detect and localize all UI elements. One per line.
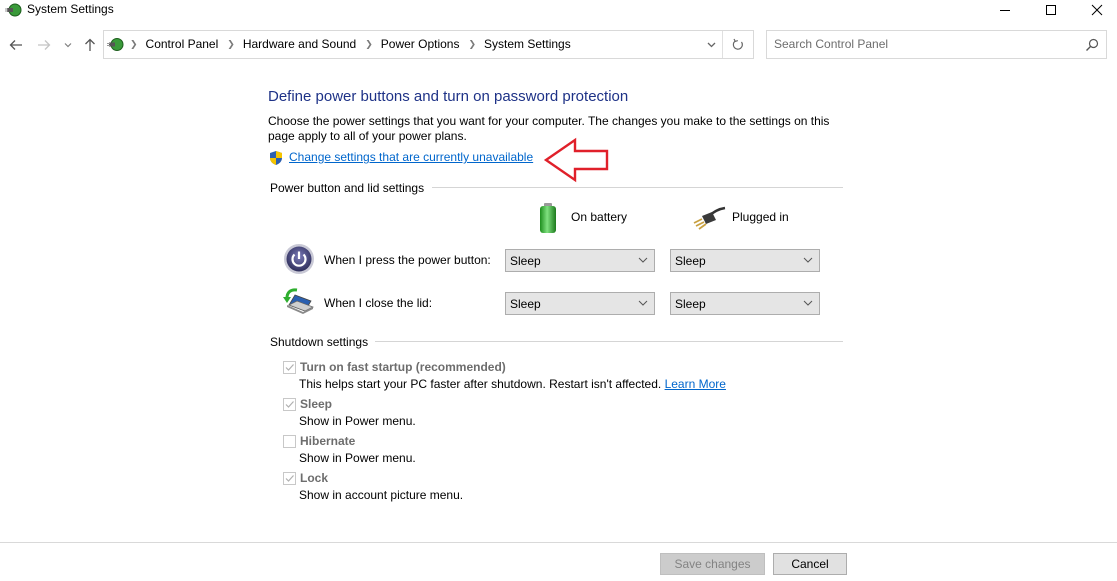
chevron-right-icon[interactable]: ❯ [468, 39, 476, 50]
select-value: Sleep [675, 254, 706, 268]
hibernate-description: Show in Power menu. [299, 451, 416, 465]
chevron-down-icon [707, 42, 715, 47]
power-plug-icon [693, 206, 726, 230]
sleep-checkbox[interactable] [283, 397, 296, 411]
power-button-label: When I press the power button: [324, 253, 491, 267]
back-button[interactable] [6, 36, 26, 54]
sleep-option: Sleep [283, 397, 332, 411]
lock-label: Lock [300, 471, 329, 485]
search-icon[interactable] [1085, 38, 1099, 52]
arrow-up-icon [85, 38, 95, 51]
minimize-button[interactable] [982, 0, 1028, 20]
lock-option: Lock [283, 471, 328, 485]
learn-more-link[interactable]: Learn More [665, 377, 726, 391]
fast-startup-label: Turn on fast startup (recommended) [300, 360, 506, 374]
power-section-header: Power button and lid settings [270, 181, 425, 195]
column-plugged-in: Plugged in [732, 210, 789, 224]
battery-icon [540, 203, 556, 233]
window-title: System Settings [27, 2, 114, 16]
address-bar[interactable]: ❯ Control Panel ❯ Hardware and Sound ❯ P… [103, 30, 754, 59]
select-value: Sleep [510, 254, 541, 268]
address-history-dropdown[interactable] [700, 31, 722, 58]
breadcrumb-system-settings[interactable]: System Settings [484, 37, 571, 51]
fast-startup-description: This helps start your PC faster after sh… [299, 377, 726, 391]
close-lid-plugged-in-select[interactable]: Sleep [670, 292, 820, 315]
power-button-on-battery-select[interactable]: Sleep [505, 249, 655, 272]
chevron-down-icon [803, 300, 813, 306]
close-button[interactable] [1074, 0, 1117, 20]
page-title: Define power buttons and turn on passwor… [268, 88, 629, 105]
forward-button[interactable] [34, 36, 54, 54]
power-options-icon [107, 38, 124, 51]
fast-startup-option: Turn on fast startup (recommended) [283, 360, 506, 374]
close-icon [1091, 4, 1103, 16]
select-value: Sleep [675, 297, 706, 311]
hibernate-option: Hibernate [283, 434, 355, 448]
recent-locations-button[interactable] [62, 36, 74, 54]
minimize-icon [1000, 10, 1010, 11]
sleep-label: Sleep [300, 397, 333, 411]
chevron-down-icon [803, 257, 813, 263]
maximize-icon [1046, 5, 1056, 15]
shutdown-section-header: Shutdown settings [270, 335, 369, 349]
search-input[interactable] [774, 37, 1074, 51]
lock-description: Show in account picture menu. [299, 488, 464, 502]
laptop-lid-icon [283, 288, 314, 314]
arrow-right-icon [38, 40, 51, 50]
save-changes-button[interactable]: Save changes [660, 553, 765, 575]
chevron-down-icon [638, 300, 648, 306]
breadcrumb: ❯ Control Panel ❯ Hardware and Sound ❯ P… [130, 37, 580, 51]
refresh-icon [732, 38, 743, 50]
checkmark-icon [285, 400, 294, 408]
power-button-icon [284, 244, 314, 274]
refresh-button[interactable] [725, 31, 751, 58]
annotation-arrow-icon [543, 137, 609, 183]
hibernate-checkbox[interactable] [283, 434, 296, 448]
chevron-right-icon: ❯ [130, 38, 138, 49]
shutdown-section-divider [375, 341, 843, 342]
breadcrumb-hardware-and-sound[interactable]: Hardware and Sound [243, 37, 356, 51]
fast-startup-checkbox[interactable] [283, 360, 296, 374]
arrow-left-icon [9, 40, 22, 50]
maximize-button[interactable] [1028, 0, 1074, 20]
up-button[interactable] [81, 36, 99, 54]
column-on-battery: On battery [571, 210, 628, 224]
address-divider [722, 31, 723, 58]
power-button-plugged-in-select[interactable]: Sleep [670, 249, 820, 272]
breadcrumb-power-options[interactable]: Power Options [381, 37, 460, 51]
fast-startup-description-text: This helps start your PC faster after sh… [299, 377, 662, 391]
uac-shield-icon [270, 151, 282, 165]
footer-divider [0, 542, 1117, 543]
close-lid-on-battery-select[interactable]: Sleep [505, 292, 655, 315]
chevron-right-icon[interactable]: ❯ [227, 39, 235, 50]
breadcrumb-control-panel[interactable]: Control Panel [146, 37, 219, 51]
chevron-down-icon [64, 43, 72, 48]
chevron-down-icon [638, 257, 648, 263]
close-lid-label: When I close the lid: [324, 296, 433, 310]
change-unavailable-settings-link[interactable]: Change settings that are currently unava… [289, 150, 533, 164]
sleep-description: Show in Power menu. [299, 414, 416, 428]
checkmark-icon [285, 363, 294, 371]
title-bar: System Settings [0, 0, 1117, 28]
lock-checkbox[interactable] [283, 471, 296, 485]
select-value: Sleep [510, 297, 541, 311]
chevron-right-icon[interactable]: ❯ [365, 39, 373, 50]
checkmark-icon [285, 474, 294, 482]
cancel-button[interactable]: Cancel [773, 553, 847, 575]
search-box [766, 30, 1107, 59]
hibernate-label: Hibernate [300, 434, 356, 448]
power-options-app-icon [5, 3, 22, 17]
power-section-divider [432, 187, 843, 188]
